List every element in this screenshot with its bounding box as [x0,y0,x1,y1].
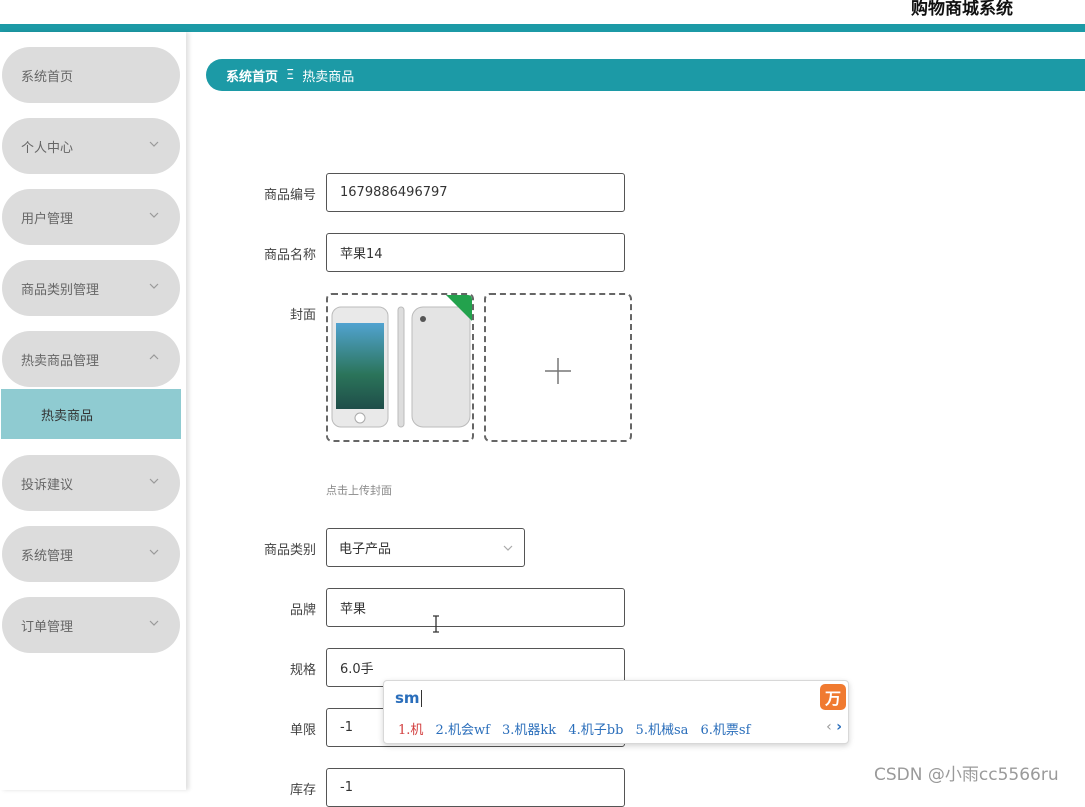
chevron-down-icon [149,141,159,147]
text-cursor-icon [433,615,439,633]
product-code-input[interactable]: 1679886496797 [326,173,625,212]
sidebar-subitem-label: 热卖商品 [41,408,94,424]
chevron-up-icon [149,354,159,360]
cover-upload-hint: 点击上传封面 [326,484,392,497]
ime-page-nav: ‹ › [826,719,842,735]
ime-caret [421,690,422,707]
category-selected-value: 电子产品 [339,542,392,557]
cover-image-preview[interactable] [326,293,474,442]
chevron-down-icon [149,212,159,218]
ime-candidate[interactable]: 3.机器kk [502,723,556,738]
breadcrumb: 系统首页 Ξ 热卖商品 [206,59,1085,91]
watermark: CSDN @小雨cc5566ru [874,765,1059,785]
ime-candidate[interactable]: 5.机械sa [636,723,689,738]
product-name-label: 商品名称 [263,248,316,263]
stock-label: 库存 [289,783,316,798]
brand-label: 品牌 [289,603,316,618]
spec-label: 规格 [289,663,316,678]
sidebar-item-hot-product-management[interactable]: 热卖商品管理 [2,331,180,387]
header-stripe [0,24,1085,32]
sidebar-item-label: 订单管理 [21,619,74,635]
chevron-down-icon [149,620,159,626]
ime-next-page-icon[interactable]: › [836,719,842,735]
ime-candidate-popup: sm 万 1.机 2.机会wf 3.机器kk 4.机子bb 5.机械sa 6.机… [383,680,849,744]
ime-candidate[interactable]: 4.机子bb [568,723,623,738]
ime-pinyin-input: sm [395,689,420,707]
sidebar-item-label: 投诉建议 [21,477,74,493]
sidebar-item-label: 系统管理 [21,548,74,564]
app-title: 购物商城系统 [911,0,1013,19]
category-label: 商品类别 [263,543,316,558]
chevron-down-icon [503,545,513,551]
sidebar: 系统首页 个人中心 用户管理 商品类别管理 热卖商品管理 热卖商品 投诉建议 系… [0,32,186,790]
breadcrumb-separator-icon: Ξ [286,67,295,83]
product-name-input[interactable]: 苹果14 [326,233,625,272]
sidebar-item-complaints[interactable]: 投诉建议 [2,455,180,511]
cover-upload-button[interactable] [484,293,632,442]
sidebar-item-order-management[interactable]: 订单管理 [2,597,180,653]
phone-product-image [328,295,472,440]
ime-candidate[interactable]: 1.机 [398,723,423,738]
stock-input[interactable]: -1 [326,768,625,807]
sidebar-item-label: 商品类别管理 [21,282,100,298]
sidebar-item-system-management[interactable]: 系统管理 [2,526,180,582]
sidebar-item-label: 个人中心 [21,140,74,156]
breadcrumb-current: 热卖商品 [302,69,355,85]
top-header: 购物商城系统 [0,0,1085,24]
ime-prev-page-icon[interactable]: ‹ [826,719,832,735]
sidebar-item-user-management[interactable]: 用户管理 [2,189,180,245]
limit-label: 单限 [289,723,316,738]
category-select[interactable]: 电子产品 [326,528,525,567]
breadcrumb-home[interactable]: 系统首页 [226,66,278,85]
sidebar-item-category-management[interactable]: 商品类别管理 [2,260,180,316]
product-code-label: 商品编号 [263,188,316,203]
chevron-down-icon [149,478,159,484]
sidebar-item-personal-center[interactable]: 个人中心 [2,118,180,174]
sidebar-subitem-hot-products[interactable]: 热卖商品 [1,389,181,439]
ime-candidate[interactable]: 6.机票sf [701,723,751,738]
brand-input[interactable]: 苹果 [326,588,625,627]
chevron-down-icon [149,283,159,289]
ime-candidate-list: 1.机 2.机会wf 3.机器kk 4.机子bb 5.机械sa 6.机票sf [398,719,818,738]
plus-icon [545,358,571,384]
sidebar-item-label: 用户管理 [21,211,74,227]
cover-label: 封面 [289,308,316,323]
ime-candidate[interactable]: 2.机会wf [436,723,490,738]
sidebar-item-home[interactable]: 系统首页 [2,47,180,103]
sidebar-item-label: 系统首页 [21,69,74,85]
sidebar-item-label: 热卖商品管理 [21,353,100,369]
ime-logo-icon[interactable]: 万 [820,684,846,710]
chevron-down-icon [149,549,159,555]
